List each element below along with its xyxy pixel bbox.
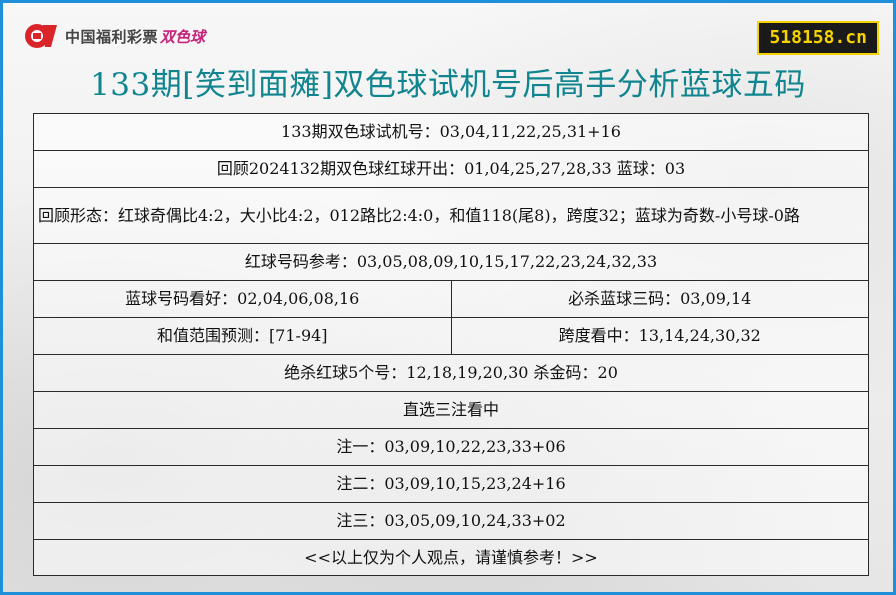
blue-favored-cell: 蓝球号码看好：02,04,06,08,16: [33, 280, 452, 318]
table-row: 绝杀红球5个号：12,18,19,20,30 杀金码：20: [33, 354, 869, 392]
table-row: 注一：03,09,10,22,23,33+06: [33, 428, 869, 466]
blue-kill-cell: 必杀蓝球三码：03,09,14: [450, 280, 869, 318]
table-row: <<以上仅为个人观点，请谨慎参考！>>: [33, 539, 869, 576]
welfare-lottery-logo-icon: [25, 24, 57, 48]
pick-3-cell: 注三：03,05,09,10,24,33+02: [33, 502, 869, 540]
analysis-table: 133期双色球试机号：03,04,11,22,25,31+16 回顾202413…: [33, 113, 869, 576]
span-pick-cell: 跨度看中：13,14,24,30,32: [450, 317, 869, 355]
pick-1-cell: 注一：03,09,10,22,23,33+06: [33, 428, 869, 466]
table-row: 注二：03,09,10,15,23,24+16: [33, 465, 869, 503]
trial-numbers-cell: 133期双色球试机号：03,04,11,22,25,31+16: [33, 113, 869, 151]
table-row: 红球号码参考：03,05,08,09,10,15,17,22,23,24,32,…: [33, 243, 869, 281]
lottery-logo: 中国福利彩票 双色球: [23, 21, 205, 51]
table-row: 和值范围预测：[71-94] 跨度看中：13,14,24,30,32: [33, 317, 869, 355]
table-row: 回顾形态：红球奇偶比4:2，大小比4:2，012路比2:4:0，和值118(尾8…: [33, 187, 869, 244]
sum-range-cell: 和值范围预测：[71-94]: [33, 317, 452, 355]
review-pattern-cell: 回顾形态：红球奇偶比4:2，大小比4:2，012路比2:4:0，和值118(尾8…: [33, 187, 869, 244]
logo-text: 中国福利彩票: [65, 27, 159, 46]
table-row: 回顾2024132期双色球红球开出：01,04,25,27,28,33 蓝球：0…: [33, 150, 869, 188]
disclaimer-cell: <<以上仅为个人观点，请谨慎参考！>>: [33, 539, 869, 576]
pick-2-cell: 注二：03,09,10,15,23,24+16: [33, 465, 869, 503]
red-kill-cell: 绝杀红球5个号：12,18,19,20,30 杀金码：20: [33, 354, 869, 392]
table-row: 133期双色球试机号：03,04,11,22,25,31+16: [33, 113, 869, 151]
table-row: 蓝球号码看好：02,04,06,08,16 必杀蓝球三码：03,09,14: [33, 280, 869, 318]
red-reference-cell: 红球号码参考：03,05,08,09,10,15,17,22,23,24,32,…: [33, 243, 869, 281]
site-badge: 518158.cn: [757, 21, 879, 55]
table-row: 直选三注看中: [33, 391, 869, 429]
table-row: 注三：03,05,09,10,24,33+02: [33, 502, 869, 540]
page-title: 133期[笑到面瘫]双色球试机号后高手分析蓝球五码: [90, 67, 806, 103]
review-draw-cell: 回顾2024132期双色球红球开出：01,04,25,27,28,33 蓝球：0…: [33, 150, 869, 188]
page-frame: 中国福利彩票 双色球 518158.cn 133期[笑到面瘫]双色球试机号后高手…: [0, 0, 896, 595]
direct-heading-cell: 直选三注看中: [33, 391, 869, 429]
logo-brand: 双色球: [160, 27, 206, 46]
